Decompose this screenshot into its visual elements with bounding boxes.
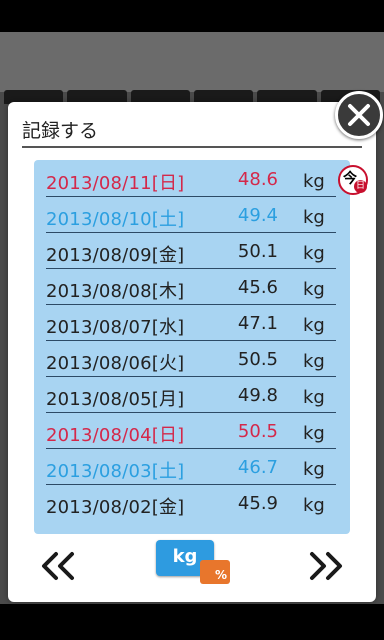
prev-page-button[interactable]: [36, 548, 80, 584]
record-weight: 50.5: [237, 349, 278, 370]
record-weight: 50.5: [237, 421, 278, 442]
close-icon: [348, 104, 370, 126]
record-row[interactable]: 2013/08/02[金] 45.9 kg: [46, 486, 336, 521]
record-row[interactable]: 2013/08/08[木] 45.6 kg: [46, 270, 336, 305]
record-row[interactable]: 2013/08/10[土] 49.4 kg: [46, 198, 336, 233]
record-unit: kg: [303, 207, 325, 228]
record-date: 2013/08/04[日]: [46, 425, 185, 446]
today-icon-sub: 日: [354, 180, 367, 193]
record-unit: kg: [303, 243, 325, 264]
record-unit: kg: [303, 423, 325, 444]
record-row[interactable]: 2013/08/11[日] 48.6 kg: [46, 162, 336, 197]
record-row[interactable]: 2013/08/05[月] 49.8 kg: [46, 378, 336, 413]
record-row[interactable]: 2013/08/07[水] 47.1 kg: [46, 306, 336, 341]
record-weight: 45.6: [237, 277, 278, 298]
record-row[interactable]: 2013/08/03[土] 46.7 kg: [46, 450, 336, 485]
record-row[interactable]: 2013/08/09[金] 50.1 kg: [46, 234, 336, 269]
record-weight: 46.7: [237, 457, 278, 478]
record-date: 2013/08/03[土]: [46, 461, 185, 482]
record-date: 2013/08/05[月]: [46, 389, 185, 410]
record-date: 2013/08/10[土]: [46, 209, 185, 230]
record-weight: 45.9: [237, 493, 278, 514]
dialog-title: 記録する: [22, 120, 99, 142]
record-row[interactable]: 2013/08/04[日] 50.5 kg: [46, 414, 336, 449]
status-bar: [0, 0, 384, 32]
record-date: 2013/08/07[水]: [46, 317, 185, 338]
record-unit: kg: [303, 279, 325, 300]
record-date: 2013/08/02[金]: [46, 497, 185, 518]
system-nav-bar: [0, 604, 384, 640]
record-unit: kg: [303, 459, 325, 480]
title-divider: [22, 146, 362, 148]
record-date: 2013/08/08[木]: [46, 281, 185, 302]
record-weight: 49.4: [237, 205, 278, 226]
next-page-button[interactable]: [304, 548, 348, 584]
record-date: 2013/08/11[日]: [46, 173, 185, 194]
record-weight: 50.1: [237, 241, 278, 262]
record-unit: kg: [303, 171, 325, 192]
unit-percent-button[interactable]: %: [200, 560, 230, 584]
close-button[interactable]: [335, 91, 383, 139]
record-unit: kg: [303, 387, 325, 408]
record-unit: kg: [303, 495, 325, 516]
unit-toggle[interactable]: kg %: [156, 540, 232, 586]
today-button[interactable]: 今 日: [338, 165, 368, 195]
record-weight: 48.6: [237, 169, 278, 190]
double-chevron-right-icon: [310, 552, 342, 580]
record-row[interactable]: 2013/08/06[火] 50.5 kg: [46, 342, 336, 377]
record-weight: 49.8: [237, 385, 278, 406]
double-chevron-left-icon: [42, 552, 74, 580]
record-date: 2013/08/06[火]: [46, 353, 185, 374]
record-unit: kg: [303, 315, 325, 336]
record-list: 2013/08/11[日] 48.6 kg 2013/08/10[土] 49.4 kg 20…: [34, 160, 350, 534]
record-unit: kg: [303, 351, 325, 372]
record-date: 2013/08/09[金]: [46, 245, 185, 266]
record-weight: 47.1: [237, 313, 278, 334]
